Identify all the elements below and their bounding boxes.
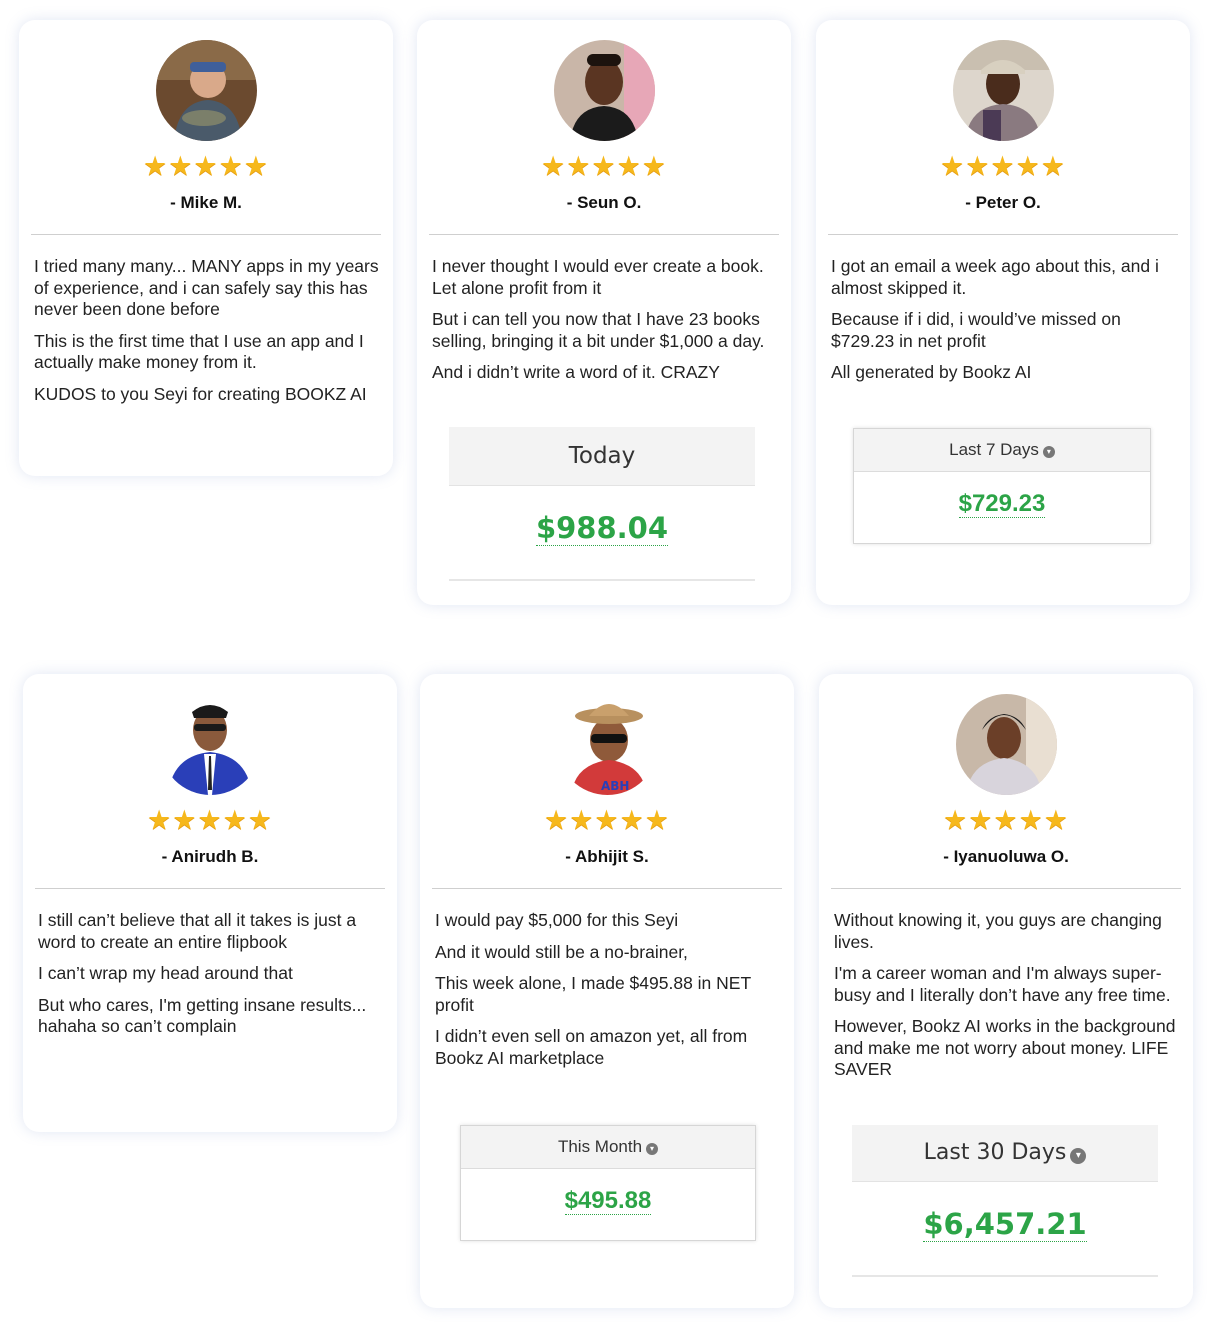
- earnings-value: $988.04: [535, 511, 669, 546]
- review-paragraph: I didn’t even sell on amazon yet, all fr…: [435, 1026, 748, 1068]
- avatar: [956, 694, 1057, 795]
- review-paragraph: All generated by Bookz AI: [831, 362, 1032, 382]
- divider: [31, 234, 381, 235]
- earnings-widget: Last 30 Days ▾ $6,457.21: [852, 1125, 1158, 1277]
- reviewer-name: - Seun O.: [566, 193, 642, 212]
- review-paragraph: But i can tell you now that I have 23 bo…: [432, 309, 765, 351]
- divider: [831, 888, 1181, 889]
- star-icon: ★★★★★: [540, 151, 668, 181]
- svg-text:ABH: ABH: [601, 779, 629, 793]
- review-paragraph: I'm a career woman and I'm always super-…: [834, 963, 1171, 1005]
- divider: [35, 888, 385, 889]
- testimonial-card-peter: ★★★★★ - Peter O. I got an email a week a…: [816, 20, 1190, 605]
- earnings-value: $729.23: [958, 490, 1046, 518]
- divider: [429, 234, 779, 235]
- testimonial-card-abhijit: ABH ★★★★★ - Abhijit S. I would pay $5,00…: [420, 674, 794, 1308]
- avatar: ABH: [557, 694, 658, 795]
- earnings-widget: Last 7 Days ▾ $729.23: [853, 428, 1151, 544]
- reviewer-name: - Peter O.: [965, 193, 1041, 212]
- avatar: [554, 40, 655, 141]
- star-icon: ★★★★★: [142, 151, 270, 181]
- review-text: I got an email a week ago about this, an…: [831, 256, 1176, 394]
- review-paragraph: And i didn’t write a word of it. CRAZY: [432, 362, 720, 382]
- divider: [828, 234, 1178, 235]
- period-label: Last 7 Days ▾: [854, 429, 1150, 472]
- review-paragraph: I would pay $5,000 for this Seyi: [435, 910, 679, 930]
- chevron-down-circle-icon[interactable]: ▾: [1070, 1148, 1087, 1164]
- review-paragraph: I never thought I would ever create a bo…: [432, 256, 764, 298]
- testimonial-card-seun: ★★★★★ - Seun O. I never thought I would …: [417, 20, 791, 605]
- rating-stars: ★★★★★: [23, 805, 397, 835]
- avatar: [160, 694, 261, 795]
- review-paragraph: And it would still be a no-brainer,: [435, 941, 688, 962]
- rating-stars: ★★★★★: [417, 151, 791, 181]
- review-text: I never thought I would ever create a bo…: [432, 256, 777, 394]
- divider: [432, 888, 782, 889]
- review-text: Without knowing it, you guys are changin…: [834, 910, 1179, 1091]
- rating-stars: ★★★★★: [420, 805, 794, 835]
- reviewer-name: - Anirudh B.: [161, 847, 259, 866]
- rating-stars: ★★★★★: [819, 805, 1193, 835]
- review-paragraph: Because if i did, i would’ve missed on $…: [831, 309, 1121, 351]
- earnings-value: $6,457.21: [923, 1207, 1087, 1242]
- star-icon: ★★★★★: [543, 805, 671, 835]
- star-icon: ★★★★★: [939, 151, 1067, 181]
- period-label: Last 30 Days ▾: [852, 1125, 1158, 1182]
- review-paragraph: I got an email a week ago about this, an…: [831, 256, 1159, 298]
- review-paragraph: This week alone, I made $495.88 in NET p…: [435, 973, 751, 1015]
- star-icon: ★★★★★: [146, 805, 274, 835]
- review-paragraph: KUDOS to you Seyi for creating BOOKZ AI: [34, 383, 367, 404]
- review-paragraph: I can’t wrap my head around that: [38, 963, 293, 983]
- review-text: I still can’t believe that all it takes …: [38, 910, 383, 1048]
- review-paragraph: However, Bookz AI works in the backgroun…: [834, 1016, 1176, 1079]
- review-paragraph: I still can’t believe that all it takes …: [38, 910, 357, 952]
- review-text: I would pay $5,000 for this Seyi And it …: [435, 910, 780, 1079]
- reviewer-name: - Mike M.: [170, 193, 242, 212]
- chevron-down-circle-icon[interactable]: ▾: [646, 1143, 659, 1155]
- testimonial-card-mike: ★★★★★ - Mike M. I tried many many... MAN…: [19, 20, 393, 476]
- period-label: Today: [449, 427, 755, 486]
- reviewer-name: - Iyanuoluwa O.: [943, 847, 1069, 866]
- testimonial-card-iyanuoluwa: ★★★★★ - Iyanuoluwa O. Without knowing it…: [819, 674, 1193, 1308]
- earnings-widget: Today $988.04: [449, 427, 755, 581]
- rating-stars: ★★★★★: [19, 151, 393, 181]
- avatar: [156, 40, 257, 141]
- chevron-down-circle-icon[interactable]: ▾: [1042, 446, 1055, 458]
- period-label: This Month ▾: [461, 1126, 755, 1169]
- avatar: [953, 40, 1054, 141]
- review-paragraph: This is the first time that I use an app…: [34, 330, 364, 373]
- earnings-widget: This Month ▾ $495.88: [460, 1125, 756, 1241]
- rating-stars: ★★★★★: [816, 151, 1190, 181]
- testimonial-card-anirudh: ★★★★★ - Anirudh B. I still can’t believe…: [23, 674, 397, 1132]
- review-text: I tried many many... MANY apps in my yea…: [34, 256, 379, 415]
- review-paragraph: But who cares, I'm getting insane result…: [38, 994, 367, 1037]
- reviewer-name: - Abhijit S.: [565, 847, 649, 866]
- review-paragraph: I tried many many... MANY apps in my yea…: [34, 256, 379, 319]
- review-paragraph: Without knowing it, you guys are changin…: [834, 910, 1162, 952]
- star-icon: ★★★★★: [942, 805, 1070, 835]
- earnings-value: $495.88: [564, 1187, 652, 1215]
